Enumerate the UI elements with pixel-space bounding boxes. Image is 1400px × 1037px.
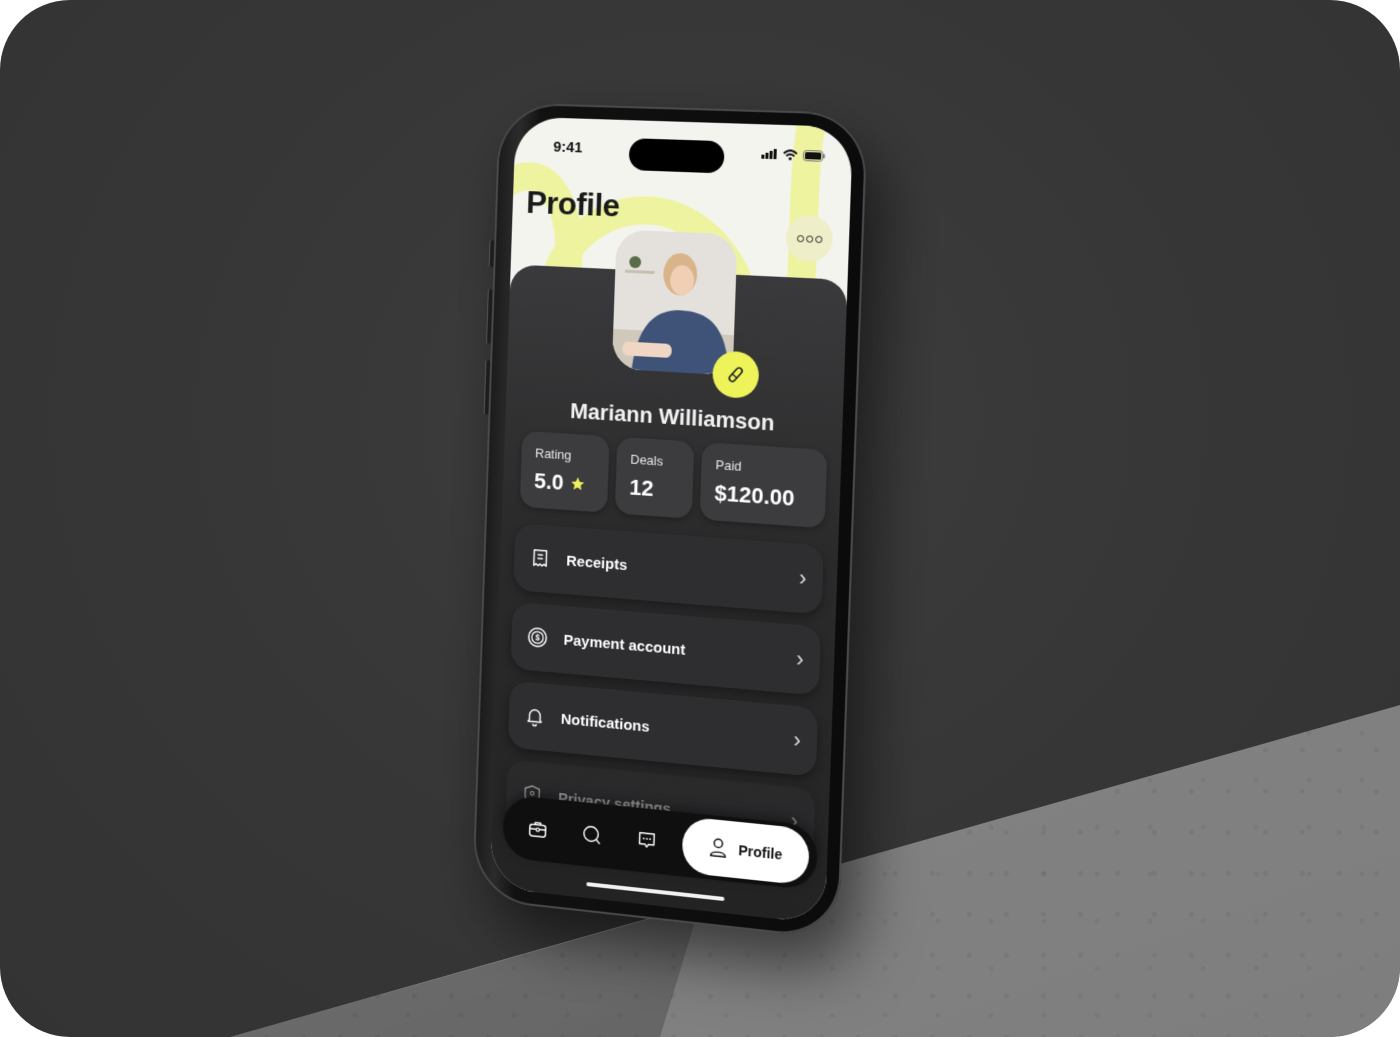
tab-messages[interactable] xyxy=(618,810,675,872)
avatar[interactable] xyxy=(611,229,738,376)
volume-down-button xyxy=(483,359,491,415)
stat-value: 5.0 xyxy=(533,468,565,495)
background-scene: 9:41 Profile Mariann Williamson Rating 5… xyxy=(0,0,1400,1037)
stat-label: Deals xyxy=(630,451,664,469)
stat-value: 12 xyxy=(628,474,654,502)
phone-mockup: 9:41 Profile Mariann Williamson Rating 5… xyxy=(471,102,868,940)
chevron-right-icon: › xyxy=(792,726,802,753)
menu-item-label: Notifications xyxy=(560,710,650,736)
stat-label: Paid xyxy=(715,457,742,474)
battery-icon xyxy=(803,149,826,161)
avatar-photo xyxy=(611,229,738,376)
phone-screen: 9:41 Profile Mariann Williamson Rating 5… xyxy=(489,116,854,925)
action-button xyxy=(488,239,495,268)
tab-profile[interactable]: Profile xyxy=(681,816,810,886)
tab-briefcase[interactable] xyxy=(510,799,566,860)
menu-item-notifications[interactable]: Notifications › xyxy=(507,680,819,777)
stat-deals: Deals 12 xyxy=(614,436,695,519)
dollar-coin-icon: $ xyxy=(527,626,549,649)
tab-search[interactable] xyxy=(564,804,620,865)
stat-value: $120.00 xyxy=(714,480,795,511)
receipt-icon xyxy=(529,547,551,570)
svg-text:$: $ xyxy=(535,633,540,642)
briefcase-icon xyxy=(527,817,549,841)
user-icon xyxy=(708,836,729,860)
volume-up-button xyxy=(486,288,493,345)
menu-item-payment-account[interactable]: $ Payment account › xyxy=(510,601,822,696)
menu-item-label: Receipts xyxy=(566,552,628,574)
stat-label: Rating xyxy=(534,445,572,463)
chat-icon xyxy=(636,829,658,853)
search-icon xyxy=(581,823,603,847)
wifi-icon xyxy=(783,149,799,160)
pencil-icon xyxy=(725,364,746,385)
chevron-right-icon: › xyxy=(798,565,807,591)
chevron-right-icon: › xyxy=(795,646,805,672)
tab-profile-label: Profile xyxy=(738,842,783,863)
bell-icon xyxy=(524,705,546,729)
star-icon xyxy=(570,476,584,491)
stat-paid: Paid $120.00 xyxy=(699,442,828,529)
stat-rating: Rating 5.0 xyxy=(519,430,610,513)
dynamic-island xyxy=(628,138,725,174)
menu-item-label: Payment account xyxy=(563,631,686,659)
page-title: Profile xyxy=(525,184,621,224)
signal-icon xyxy=(761,148,777,160)
more-horizontal-icon xyxy=(796,234,804,242)
status-time: 9:41 xyxy=(553,138,583,156)
